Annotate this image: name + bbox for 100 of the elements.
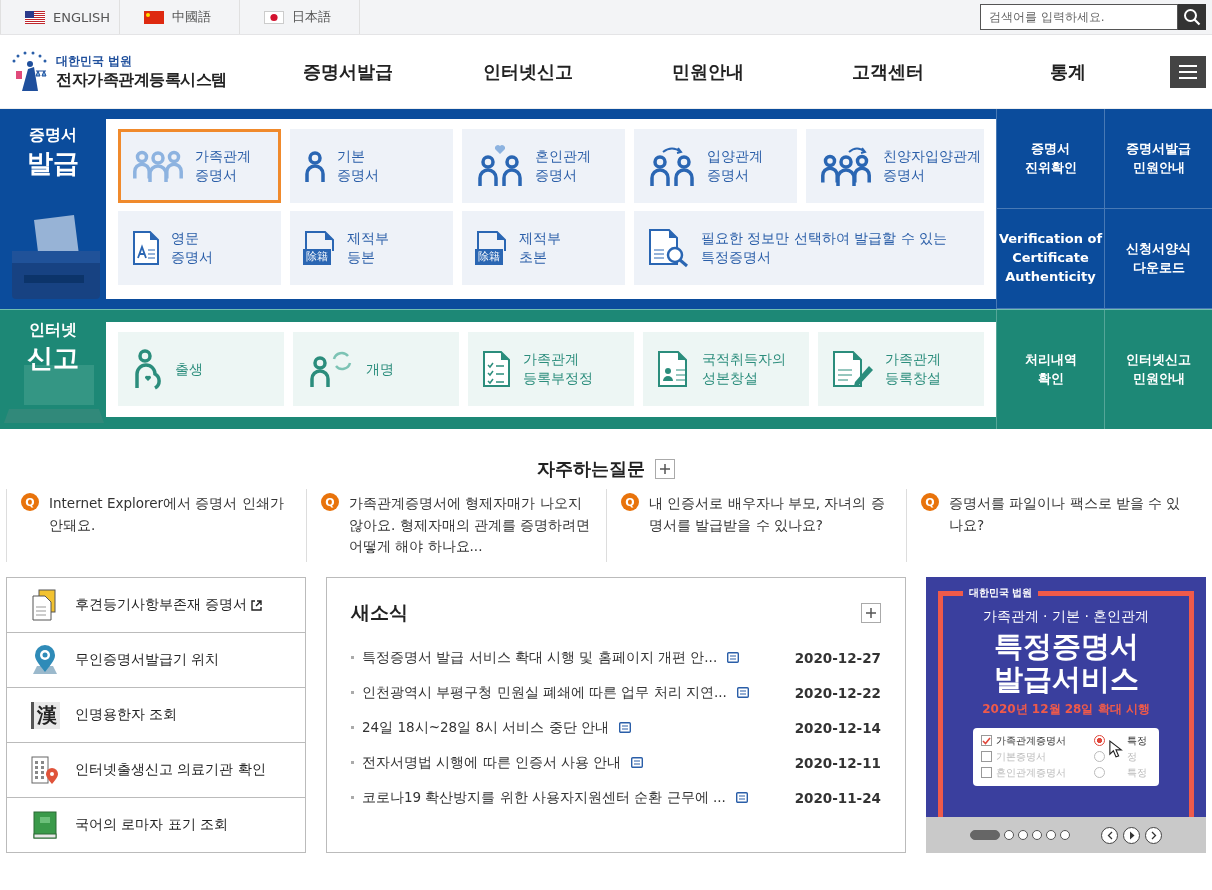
faq-question-link[interactable]: 내 인증서로 배우자나 부모, 자녀의 증명서를 발급받을 수 있나요?: [649, 493, 892, 558]
memo-icon: [727, 652, 740, 663]
document-pen-icon: [831, 350, 875, 388]
previous-button[interactable]: [1101, 826, 1118, 844]
site-title: 전자가족관계등록시스템: [56, 69, 227, 91]
flag-icon: [144, 10, 164, 24]
slide-indicator[interactable]: [970, 830, 1000, 840]
side-link[interactable]: 인터넷신고 민원안내: [1104, 310, 1212, 429]
menu-button[interactable]: [1170, 55, 1206, 88]
section-title: 인터넷: [29, 320, 77, 341]
certificate-link[interactable]: 친양자입양관계 증명서: [806, 129, 984, 203]
next-button[interactable]: [1145, 826, 1162, 844]
report-link[interactable]: 개명: [293, 332, 459, 406]
nav-menu-item[interactable]: 고객센터: [798, 59, 978, 84]
documents-icon: [31, 589, 59, 621]
side-link[interactable]: 증명서발급 민원안내: [1104, 109, 1212, 209]
person-icon: [303, 148, 327, 184]
news-date: 2020-12-22: [794, 684, 881, 701]
couple-heart-icon: [475, 144, 525, 188]
nav-menu-item[interactable]: 민원안내: [618, 59, 798, 84]
report-link[interactable]: 출생: [118, 332, 284, 406]
document-search-icon: [647, 228, 691, 268]
promo-banner[interactable]: 대한민국 법원 가족관계 · 기본 · 혼인관계 특정증명서 발급서비스 2020년 12월 28일 확대 시행 가족관계증명서 특정 기본증명서 정 혼인관계증명서 특정: [926, 577, 1206, 817]
banner-subtitle: 가족관계 · 기본 · 혼인관계: [982, 608, 1150, 626]
language-link[interactable]: 日本語: [240, 0, 360, 34]
book-icon: 漢: [30, 701, 60, 729]
certificate-link[interactable]: 영문 증명서: [118, 211, 281, 285]
report-link[interactable]: 가족관계 등록창설: [818, 332, 984, 406]
flag-icon: [264, 10, 284, 24]
news-title: 새소식: [351, 600, 408, 625]
search-button[interactable]: [1178, 4, 1206, 30]
news-link[interactable]: 인천광역시 부평구청 민원실 폐쇄에 따른 업무 처리 지연...: [362, 683, 727, 702]
slide-indicator[interactable]: [1032, 830, 1042, 840]
certificate-link[interactable]: 기본 증명서: [290, 129, 453, 203]
search-field[interactable]: 검색어를 입력하세요.: [980, 4, 1178, 30]
quick-link[interactable]: 漢 인명용한자 조회: [7, 688, 305, 743]
section-title: 신고: [27, 342, 79, 375]
document-icon: [131, 230, 161, 266]
faq-question-link[interactable]: 증명서를 파일이나 팩스로 받을 수 있나요?: [949, 493, 1192, 558]
news-link[interactable]: 코로나19 확산방지를 위한 사용자지원센터 순환 근무에 ...: [362, 788, 726, 807]
certificate-link[interactable]: 필요한 정보만 선택하여 발급할 수 있는 특정증명서: [634, 211, 984, 285]
certificate-link[interactable]: 혼인관계 증명서: [462, 129, 625, 203]
quick-link[interactable]: 무인증명서발급기 위치: [7, 633, 305, 688]
question-mark-badge: Q: [321, 493, 339, 511]
report-link[interactable]: 국적취득자의 성본창설: [643, 332, 809, 406]
plus-icon: [660, 464, 670, 474]
question-mark-badge: Q: [21, 493, 39, 511]
question-mark-badge: Q: [921, 493, 939, 511]
book-icon: [31, 810, 59, 840]
faq-title: 자주하는질문: [537, 457, 645, 481]
more-button[interactable]: [655, 459, 675, 479]
faq-question-link[interactable]: 가족관계증명서에 형제자매가 나오지 않아요. 형제자매의 관계를 증명하려면 어떻게 해야 하나요...: [349, 493, 592, 558]
news-date: 2020-11-24: [794, 789, 881, 806]
faq-question-link[interactable]: Internet Explorer에서 증명서 인쇄가 안돼요.: [49, 493, 292, 558]
news-link[interactable]: 전자서명법 시행에 따른 인증서 사용 안내: [362, 753, 622, 772]
certificate-link[interactable]: 입양관계 증명서: [634, 129, 797, 203]
quick-link[interactable]: 인터넷출생신고 의료기관 확인: [7, 743, 305, 798]
certificate-link[interactable]: 除籍 제적부 초본: [462, 211, 625, 285]
nav-menu-item[interactable]: 통계: [978, 59, 1158, 84]
option-label: 특정: [1127, 765, 1148, 780]
section-title: 발급: [27, 147, 79, 180]
menu-icon: [1179, 64, 1197, 79]
language-link[interactable]: 中國語: [120, 0, 240, 34]
news-link[interactable]: 특정증명서 발급 서비스 확대 시행 및 홈페이지 개편 안...: [362, 648, 718, 667]
news-date: 2020-12-27: [794, 649, 881, 666]
play-button[interactable]: [1123, 826, 1140, 844]
news-link[interactable]: 24일 18시~28일 8시 서비스 중단 안내: [362, 718, 609, 737]
option-label: 정: [1127, 749, 1138, 764]
side-link[interactable]: 증명서 진위확인: [996, 109, 1104, 209]
certificate-link[interactable]: 除籍 제적부 등본: [290, 211, 453, 285]
search-icon: [1183, 8, 1201, 26]
slide-indicator[interactable]: [1060, 830, 1070, 840]
side-link[interactable]: 처리내역 확인: [996, 310, 1104, 429]
certificate-link[interactable]: 가족관계 증명서: [118, 129, 281, 203]
checklist-icon: [481, 350, 513, 388]
slide-indicator[interactable]: [1004, 830, 1014, 840]
organization-name: 대한민국 법원: [56, 52, 134, 70]
nav-menu-item[interactable]: 증명서발급: [258, 59, 438, 84]
language-link[interactable]: ENGLISH: [0, 0, 120, 34]
memo-icon: [736, 687, 749, 698]
banner-date: 2020년 12월 28일 확대 시행: [982, 700, 1150, 718]
flag-icon: [25, 10, 45, 24]
chevron-left-icon: [1106, 830, 1113, 840]
more-button[interactable]: [861, 603, 881, 623]
slide-indicator[interactable]: [1018, 830, 1028, 840]
news-date: 2020-12-14: [794, 719, 881, 736]
play-icon: [1128, 830, 1135, 840]
building-pin-icon: [30, 755, 60, 785]
report-link[interactable]: 가족관계 등록부정정: [468, 332, 634, 406]
section-title: 증명서: [29, 125, 77, 146]
nav-menu-item[interactable]: 인터넷신고: [438, 59, 618, 84]
cursor-icon: [1109, 739, 1123, 758]
banner-headline: 특정증명서 발급서비스: [993, 630, 1139, 697]
option-label: 가족관계증명서: [996, 733, 1067, 748]
option-label: 혼인관계증명서: [996, 765, 1067, 780]
quick-link[interactable]: 국어의 로마자 표기 조회: [7, 798, 305, 852]
quick-link[interactable]: 후견등기사항부존재 증명서: [7, 578, 305, 633]
question-mark-badge: Q: [621, 493, 639, 511]
option-label: 특정: [1127, 733, 1148, 748]
slide-indicator[interactable]: [1046, 830, 1056, 840]
